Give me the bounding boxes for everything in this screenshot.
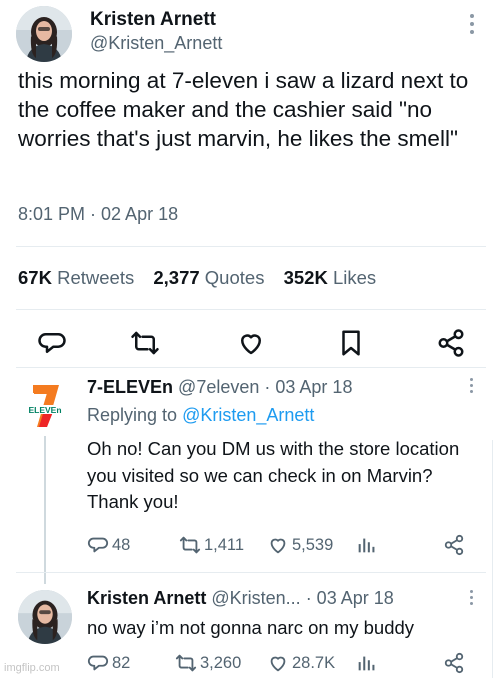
- like-icon: [270, 656, 286, 672]
- share-icon[interactable]: [436, 328, 466, 358]
- reply-text: Oh no! Can you DM us with the store loca…: [87, 438, 460, 512]
- reply-author-name[interactable]: Kristen Arnett: [87, 588, 206, 608]
- views-button[interactable]: [355, 534, 377, 556]
- mention-link[interactable]: @Kristen_Arnett: [182, 405, 314, 425]
- more-options-icon[interactable]: [468, 378, 476, 398]
- quotes-stat[interactable]: 2,377 Quotes: [153, 267, 264, 288]
- like-button[interactable]: 5,539: [267, 534, 333, 556]
- replying-to: Replying to @Kristen_Arnett: [87, 405, 315, 425]
- reply-header: 7-ELEVEn @7eleven · 03 Apr 18: [87, 377, 352, 398]
- divider: [16, 309, 486, 310]
- thread-line: [44, 436, 46, 584]
- retweet-button[interactable]: 3,260: [175, 652, 241, 674]
- retweet-icon: [179, 536, 201, 554]
- avatar-image: [16, 6, 72, 62]
- tweet-timestamp[interactable]: 8:01 PM · 02 Apr 18: [18, 204, 178, 225]
- avatar[interactable]: [16, 6, 72, 62]
- share-button[interactable]: [443, 652, 465, 674]
- reply-text: no way i’m not gonna narc on my buddy: [87, 617, 415, 638]
- reply-button[interactable]: 82: [87, 652, 130, 674]
- like-icon: [270, 538, 286, 554]
- avatar[interactable]: [18, 590, 72, 644]
- reply-author-name[interactable]: 7-ELEVEn: [87, 377, 173, 397]
- tweet-stats: 67K Retweets 2,377 Quotes 352K Likes: [18, 267, 376, 289]
- reply-button[interactable]: 48: [87, 534, 130, 556]
- retweet-icon: [175, 654, 197, 672]
- more-options-icon[interactable]: [468, 590, 476, 610]
- retweet-count: 3,260: [200, 653, 242, 672]
- share-button[interactable]: [443, 534, 465, 556]
- reply-icon: [87, 537, 109, 553]
- share-icon: [444, 652, 464, 674]
- reply-date[interactable]: · 03 Apr 18: [264, 377, 352, 397]
- divider: [16, 367, 486, 368]
- watermark: imgflip.com: [4, 662, 60, 674]
- divider: [492, 440, 493, 678]
- like-count: 5,539: [292, 535, 334, 554]
- like-icon[interactable]: [236, 328, 266, 358]
- likes-stat[interactable]: 352K Likes: [284, 267, 377, 288]
- reply-count: 82: [112, 653, 131, 672]
- reply-date[interactable]: · 03 Apr 18: [306, 588, 394, 608]
- analytics-icon: [358, 538, 375, 553]
- divider: [16, 246, 486, 247]
- author-handle[interactable]: @Kristen_Arnett: [90, 33, 222, 54]
- like-button[interactable]: 28.7K: [267, 652, 335, 674]
- retweet-icon[interactable]: [130, 328, 160, 358]
- reply-author-handle[interactable]: @Kristen...: [211, 588, 300, 608]
- reply-icon: [87, 655, 109, 671]
- retweets-stat[interactable]: 67K Retweets: [18, 267, 134, 288]
- tweet-action-bar: [0, 328, 500, 360]
- reply-author-handle[interactable]: @7eleven: [178, 377, 259, 397]
- like-count: 28.7K: [292, 653, 336, 672]
- more-options-icon[interactable]: [468, 14, 476, 40]
- avatar-image: [18, 590, 72, 644]
- retweet-count: 1,411: [204, 535, 245, 554]
- tweet-text: this morning at 7-eleven i saw a lizard …: [18, 68, 469, 151]
- seven-eleven-logo[interactable]: ELEVEn: [25, 383, 65, 429]
- share-icon: [444, 534, 464, 556]
- analytics-icon: [358, 656, 375, 671]
- reply-icon[interactable]: [37, 328, 67, 358]
- retweet-button[interactable]: 1,411: [179, 534, 244, 556]
- views-button[interactable]: [355, 652, 377, 674]
- divider: [16, 572, 486, 573]
- author-name[interactable]: Kristen Arnett: [90, 9, 216, 31]
- bookmark-icon[interactable]: [336, 328, 366, 358]
- reply-action-bar: 48 1,411 5,539: [87, 534, 477, 558]
- reply-header: Kristen Arnett @Kristen... · 03 Apr 18: [87, 588, 394, 609]
- logo-text: ELEVEn: [28, 405, 61, 415]
- reply-count: 48: [112, 535, 131, 554]
- reply-action-bar: 82 3,260 28.7K: [87, 652, 477, 676]
